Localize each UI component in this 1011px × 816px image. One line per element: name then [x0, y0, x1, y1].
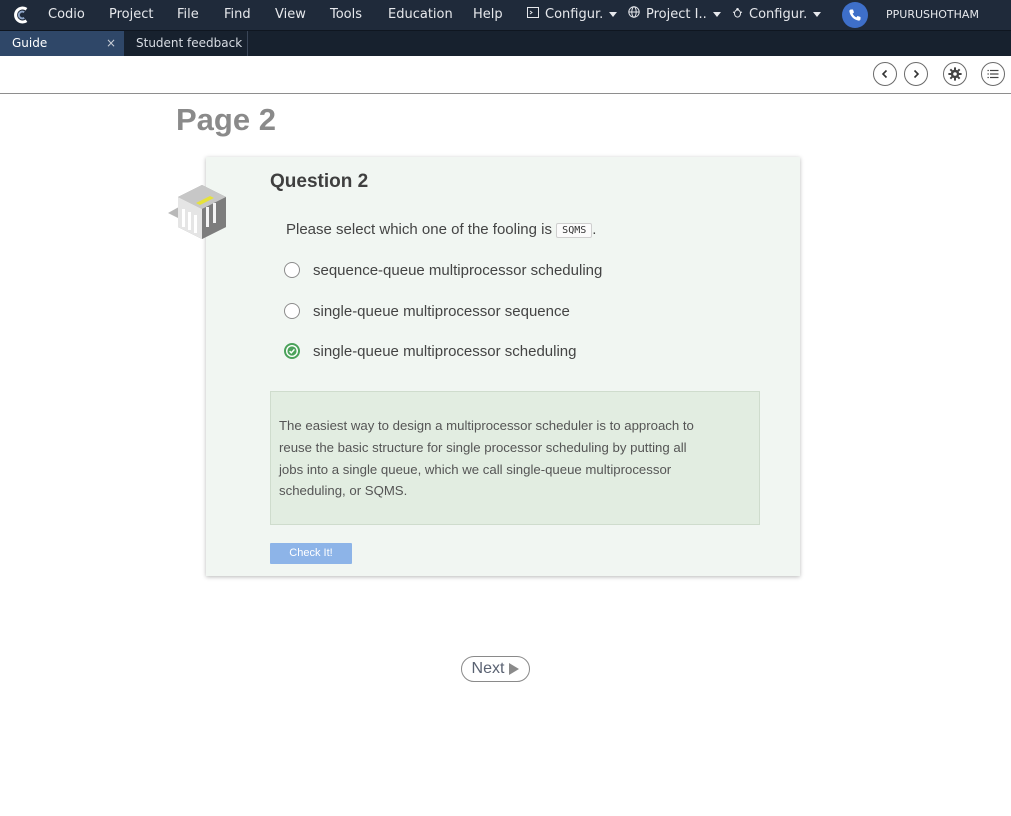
configure-dropdown-1-label: Configur. — [545, 7, 604, 22]
check-it-button[interactable]: Check It! — [270, 543, 352, 564]
configure-dropdown-1[interactable]: Configur. — [526, 0, 618, 30]
radio-button-selected[interactable] — [284, 343, 300, 359]
feedback-text: The easiest way to design a multiprocess… — [279, 415, 749, 502]
page-title: Page 2 — [176, 102, 276, 137]
menu-codio[interactable]: Codio — [48, 0, 85, 30]
tab-guide-label: Guide — [12, 36, 48, 50]
tab-bar: Guide × Student feedback — [0, 30, 1011, 56]
gear-icon — [948, 67, 962, 81]
configure-dropdown-2-label: Configur. — [749, 7, 808, 22]
answer-option-label[interactable]: sequence-queue multiprocessor scheduling — [313, 262, 602, 279]
next-button[interactable]: Next — [461, 656, 530, 682]
answer-option-1[interactable]: sequence-queue multiprocessor scheduling — [284, 260, 602, 280]
call-button[interactable] — [842, 2, 868, 28]
project-index-dropdown-label: Project I.. — [646, 7, 707, 22]
answer-option-3[interactable]: single-queue multiprocessor scheduling — [284, 341, 576, 361]
tab-student-feedback[interactable]: Student feedback — [124, 31, 248, 56]
next-page-button[interactable] — [904, 62, 928, 86]
guide-toolbar — [0, 56, 1011, 94]
menu-help[interactable]: Help — [473, 0, 503, 30]
menu-project[interactable]: Project — [109, 0, 153, 30]
check-circle-icon — [287, 346, 297, 356]
menu-file[interactable]: File — [177, 0, 199, 30]
radio-button[interactable] — [284, 262, 300, 278]
feedback-line: jobs into a single queue, which we call … — [279, 461, 672, 477]
feedback-line: scheduling, or SQMS. — [279, 483, 408, 499]
radio-button[interactable] — [284, 303, 300, 319]
question-prompt: Please select which one of the fooling i… — [286, 221, 596, 238]
answer-option-label[interactable]: single-queue multiprocessor sequence — [313, 303, 570, 320]
close-icon[interactable]: × — [106, 31, 116, 55]
answer-option-label[interactable]: single-queue multiprocessor scheduling — [313, 343, 576, 360]
codio-logo-icon[interactable] — [13, 6, 31, 24]
next-button-label: Next — [471, 660, 505, 677]
table-of-contents-button[interactable] — [981, 62, 1005, 86]
globe-icon — [627, 0, 641, 29]
question-title: Question 2 — [270, 171, 369, 192]
feedback-line: The easiest way to design a multiprocess… — [279, 418, 694, 433]
user-name[interactable]: PPURUSHOTHAM — [886, 0, 979, 30]
caret-down-icon — [712, 12, 721, 17]
caret-down-icon — [609, 12, 618, 17]
menu-education[interactable]: Education — [388, 0, 453, 30]
tab-student-feedback-label: Student feedback — [136, 36, 243, 50]
inline-code: SQMS — [556, 223, 593, 238]
phone-icon — [849, 9, 861, 21]
menu-find[interactable]: Find — [224, 0, 251, 30]
caret-down-icon — [813, 12, 822, 17]
answer-feedback: The easiest way to design a multiprocess… — [270, 391, 760, 525]
bug-icon — [730, 0, 744, 29]
feedback-line: reuse the basic structure for single pro… — [279, 439, 687, 455]
project-index-dropdown[interactable]: Project I.. — [627, 0, 721, 30]
tab-guide[interactable]: Guide × — [0, 31, 124, 56]
menu-view[interactable]: View — [275, 0, 306, 30]
list-icon — [987, 69, 999, 79]
previous-page-button[interactable] — [873, 62, 897, 86]
chevron-left-icon — [881, 69, 888, 79]
terminal-icon — [526, 0, 540, 29]
play-arrow-icon — [509, 663, 520, 675]
chevron-right-icon — [913, 69, 920, 79]
question-illustration-icon — [168, 185, 226, 239]
menu-tools[interactable]: Tools — [330, 0, 362, 30]
configure-dropdown-2[interactable]: Configur. — [730, 0, 822, 30]
answer-option-2[interactable]: single-queue multiprocessor sequence — [284, 301, 570, 321]
question-prompt-text: Please select which one of the fooling i… — [286, 221, 552, 238]
menubar: Codio Project File Find View Tools Educa… — [0, 0, 1011, 30]
settings-button[interactable] — [943, 62, 967, 86]
question-prompt-end: . — [592, 221, 597, 238]
